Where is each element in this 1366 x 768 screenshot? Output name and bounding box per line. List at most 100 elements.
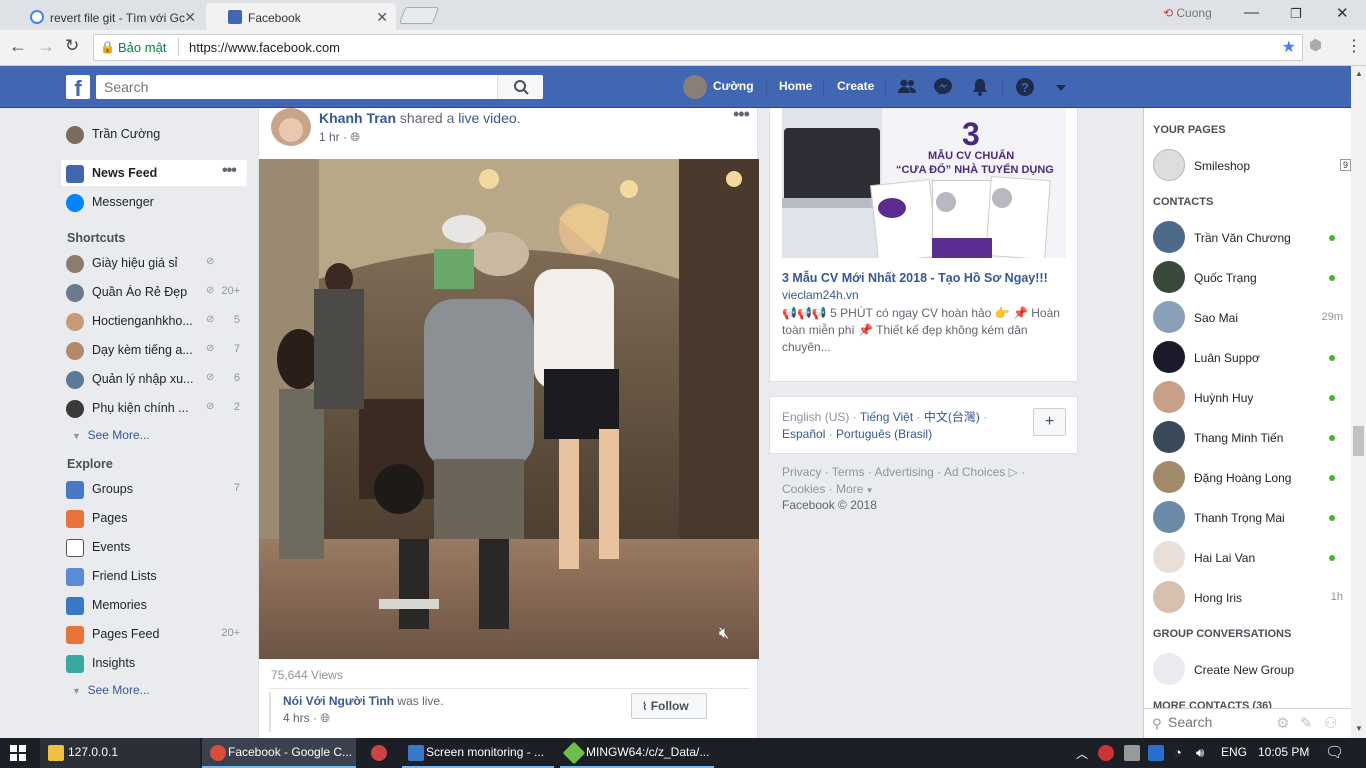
chevron-down-icon[interactable]	[1051, 77, 1071, 97]
more-options-icon[interactable]: •••	[222, 162, 237, 180]
action-center-icon[interactable]: 🗨︎	[1325, 738, 1344, 768]
messenger-icon[interactable]	[933, 77, 953, 97]
forward-icon[interactable]: →	[37, 36, 55, 57]
create-link[interactable]: Create	[837, 79, 874, 93]
add-language-button[interactable]: +	[1033, 408, 1066, 436]
see-more-shortcuts[interactable]: ▼ See More...	[72, 428, 150, 442]
windows-start-icon[interactable]	[10, 745, 26, 761]
browser-profile[interactable]: ⟲ Cuong	[1163, 6, 1212, 20]
cookies-link[interactable]: Cookies	[782, 482, 825, 496]
post-time[interactable]: 1 hr	[319, 130, 340, 144]
add-group-icon[interactable]: ⚇	[1324, 714, 1337, 732]
volume-icon[interactable]: 🔊︎	[1196, 738, 1204, 768]
maximize-button[interactable]: ❐	[1290, 6, 1302, 22]
extension-icon[interactable]: ⬢	[1309, 36, 1322, 54]
page-item[interactable]: Smileshop 9	[1153, 149, 1351, 185]
network-icon[interactable]: ◔	[1174, 738, 1182, 768]
language-link[interactable]: 中文(台灣)	[924, 410, 980, 424]
git-bash-icon	[562, 741, 586, 765]
author-avatar[interactable]	[271, 108, 311, 146]
profile-link[interactable]: Cường	[713, 79, 754, 93]
language-link[interactable]: Español	[782, 427, 825, 441]
contact-item[interactable]: Đặng Hoàng Long	[1153, 461, 1343, 497]
tray-chevron-icon[interactable]: ︿	[1076, 738, 1088, 768]
taskbar-item-mingw[interactable]: MINGW64:/c/z_Data/...	[560, 738, 714, 768]
contact-name: Huỳnh Huy	[1194, 391, 1254, 405]
tray-app-icon[interactable]	[1148, 745, 1164, 761]
help-icon[interactable]: ?	[1015, 77, 1035, 97]
scroll-up-icon[interactable]: ▲	[1355, 69, 1363, 78]
menu-icon[interactable]: ⋮	[1346, 36, 1362, 56]
clock[interactable]: 10:05 PM	[1258, 738, 1309, 768]
home-link[interactable]: Home	[779, 79, 812, 93]
friend-requests-icon[interactable]	[897, 77, 917, 97]
chat-search-input[interactable]	[1168, 714, 1268, 730]
taskbar-item-app[interactable]	[360, 738, 398, 768]
ad-image[interactable]: 3 MẪU CV CHUẨN “CƯA ĐỔ” NHÀ TUYỂN DỤNG	[782, 108, 1066, 258]
create-group-item[interactable]: Create New Group	[1153, 653, 1343, 689]
taskbar-item-chrome[interactable]: Facebook - Google C...	[202, 738, 356, 768]
see-more-explore[interactable]: ▼ See More...	[72, 683, 150, 697]
contact-item[interactable]: Huỳnh Huy	[1153, 381, 1343, 417]
search-input[interactable]	[96, 75, 496, 99]
author-name[interactable]: Khanh Tran	[319, 110, 396, 126]
contact-item[interactable]: Luân Suppơ	[1153, 341, 1343, 377]
contact-item[interactable]: Sao Mai 29m	[1153, 301, 1343, 337]
contact-name: Thang Minh Tiến	[1194, 431, 1284, 445]
taskbar-item-screen-monitoring[interactable]: Screen monitoring - ...	[402, 738, 554, 768]
contact-item[interactable]: Thanh Trọng Mai	[1153, 501, 1343, 537]
scroll-down-icon[interactable]: ▼	[1355, 724, 1363, 733]
video-frame	[259, 159, 759, 659]
search-box	[96, 75, 543, 99]
scroll-thumb[interactable]	[1353, 426, 1364, 456]
back-icon[interactable]: ←	[9, 36, 27, 57]
profile-avatar[interactable]	[683, 75, 707, 99]
live-video[interactable]: 🔇︎	[259, 159, 759, 659]
minimize-button[interactable]: —	[1244, 4, 1259, 21]
compose-icon[interactable]: ✎	[1300, 714, 1313, 732]
hidden-eye-icon: ⊘	[206, 343, 215, 354]
reload-icon[interactable]: ↻	[65, 36, 79, 56]
fb-header: f Cường Home Create ?	[0, 66, 1351, 108]
advertising-link[interactable]: Advertising	[874, 465, 933, 479]
tray-app-icon[interactable]	[1124, 745, 1140, 761]
ad-domain[interactable]: vieclam24h.vn	[782, 288, 859, 302]
gear-icon[interactable]: ⚙	[1276, 714, 1289, 732]
taskbar-item-folder[interactable]: 127.0.0.1	[40, 738, 200, 768]
language-link[interactable]: Tiếng Việt	[860, 410, 913, 424]
close-tab-icon[interactable]: ✕	[376, 9, 388, 26]
facebook-logo-icon[interactable]: f	[66, 75, 90, 99]
browser-tab-search[interactable]: revert file git - Tìm với Gc ✕	[8, 3, 204, 30]
shortcut-avatar	[66, 313, 84, 331]
post-link[interactable]: live video.	[458, 110, 520, 126]
terms-link[interactable]: Terms	[832, 465, 865, 479]
close-window-button[interactable]: ✕	[1336, 4, 1349, 22]
profile-icon: ⟲	[1163, 6, 1177, 20]
shared-time[interactable]: 4 hrs	[283, 711, 310, 725]
more-link[interactable]: More	[836, 482, 863, 496]
contact-item[interactable]: Hong Iris 1h	[1153, 581, 1343, 617]
contact-item[interactable]: Thang Minh Tiến	[1153, 421, 1343, 457]
notifications-icon[interactable]	[970, 77, 990, 97]
contact-item[interactable]: Quốc Trạng	[1153, 261, 1343, 297]
contact-item[interactable]: Hai Lai Van	[1153, 541, 1343, 577]
tray-app-icon[interactable]	[1098, 745, 1114, 761]
browser-tab-facebook[interactable]: Facebook ✕	[206, 3, 396, 30]
search-button[interactable]	[497, 75, 543, 99]
contact-item[interactable]: Trần Văn Chương	[1153, 221, 1343, 257]
language-link[interactable]: Português (Brasil)	[836, 427, 932, 441]
new-tab-button[interactable]	[398, 7, 440, 24]
avatar	[1153, 221, 1185, 253]
follow-button[interactable]: ⌇ Follow	[631, 693, 707, 719]
page-scrollbar[interactable]: ▲ ▼	[1351, 66, 1366, 738]
privacy-link[interactable]: Privacy	[782, 465, 821, 479]
close-tab-icon[interactable]: ✕	[184, 9, 196, 26]
ad-choices-link[interactable]: Ad Choices	[944, 465, 1005, 479]
shared-page-link[interactable]: Nói Với Người Tình	[283, 694, 394, 708]
url-field[interactable]: 🔒 Bảo mật https://www.facebook.com ★	[93, 34, 1303, 61]
ad-title[interactable]: 3 Mẫu CV Mới Nhất 2018 - Tạo Hồ Sơ Ngay!…	[782, 271, 1048, 285]
language-indicator[interactable]: ENG	[1221, 738, 1247, 768]
mute-icon[interactable]: 🔇︎	[719, 625, 729, 643]
post-options-icon[interactable]: •••	[733, 104, 750, 125]
bookmark-star-icon[interactable]: ★	[1282, 37, 1296, 57]
